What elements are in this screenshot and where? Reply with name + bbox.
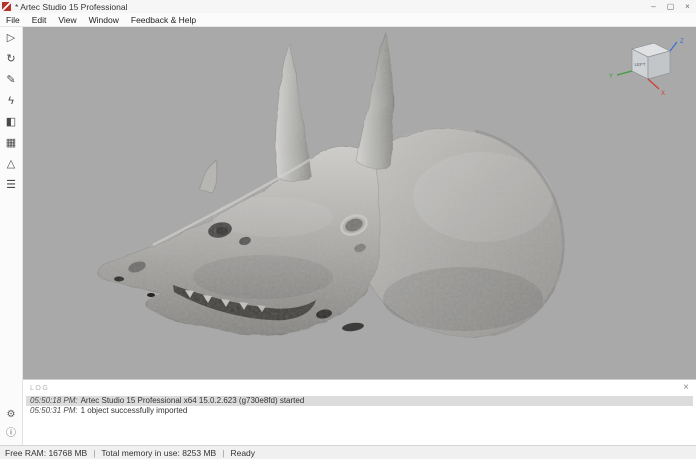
status-separator: | xyxy=(93,448,95,458)
log-entry-timestamp: 05:50:18 PM: xyxy=(30,396,78,405)
minimize-button[interactable]: – xyxy=(645,0,662,13)
log-title: LOG xyxy=(30,385,49,392)
log-entry: 05:50:18 PM:Artec Studio 15 Professional… xyxy=(26,396,693,406)
log-close-button[interactable]: × xyxy=(683,383,689,393)
close-button[interactable]: × xyxy=(679,0,696,13)
log-entry-message: 1 object successfully imported xyxy=(81,406,188,415)
axis-y-label: Y xyxy=(609,74,613,80)
tools-panel-button[interactable]: ϟ xyxy=(3,93,20,109)
lightning-icon: ϟ xyxy=(8,96,14,107)
app-logo-icon xyxy=(2,2,11,11)
status-separator: | xyxy=(222,448,224,458)
window-title: * Artec Studio 15 Professional xyxy=(15,2,127,12)
construct-tool-button[interactable]: △ xyxy=(3,156,20,172)
free-ram-status: Free RAM: 16768 MB xyxy=(5,448,87,458)
nav-cube[interactable]: LEFT Z Y X xyxy=(602,35,686,99)
triceratops-skull-mesh xyxy=(23,27,696,379)
menu-window[interactable]: Window xyxy=(83,15,125,25)
log-entry-timestamp: 05:50:31 PM: xyxy=(30,406,78,415)
log-entry: 05:50:31 PM:1 object successfully import… xyxy=(26,406,693,416)
scan-play-icon: ▷ xyxy=(7,33,15,44)
menu-file[interactable]: File xyxy=(0,15,26,25)
pencil-icon: ✎ xyxy=(6,75,15,86)
gear-icon: ⚙ xyxy=(7,410,16,420)
texture-grid-icon: ▦ xyxy=(6,138,16,149)
menu-feedback-help[interactable]: Feedback & Help xyxy=(125,15,202,25)
ready-status: Ready xyxy=(230,448,255,458)
log-entry-message: Artec Studio 15 Professional x64 15.0.2.… xyxy=(81,396,305,405)
autopilot-refresh-icon: ↻ xyxy=(6,54,15,65)
info-icon: ⓘ xyxy=(6,429,16,439)
nav-cube-face-label: LEFT xyxy=(634,62,645,67)
log-entries: 05:50:18 PM:Artec Studio 15 Professional… xyxy=(23,396,696,416)
menu-edit[interactable]: Edit xyxy=(26,15,53,25)
viewport-3d[interactable]: LEFT Z Y X xyxy=(23,27,696,379)
menu-view[interactable]: View xyxy=(52,15,82,25)
title-bar: * Artec Studio 15 Professional – ▢ × xyxy=(0,0,696,13)
status-bar: Free RAM: 16768 MB | Total memory in use… xyxy=(0,445,696,459)
scan-tool-button[interactable]: ▷ xyxy=(3,30,20,46)
editor-tool-button[interactable]: ✎ xyxy=(3,72,20,88)
settings-button[interactable]: ⚙ xyxy=(3,407,20,423)
texture-tool-button[interactable]: ▦ xyxy=(3,135,20,151)
eraser-tool-button[interactable]: ◧ xyxy=(3,114,20,130)
log-panel: LOG × 05:50:18 PM:Artec Studio 15 Profes… xyxy=(23,379,696,445)
maximize-button[interactable]: ▢ xyxy=(662,0,679,13)
cone-icon: △ xyxy=(7,159,15,170)
autopilot-tool-button[interactable]: ↻ xyxy=(3,51,20,67)
log-header: LOG × xyxy=(23,380,696,396)
commands-tool-button[interactable]: ☰ xyxy=(3,177,20,193)
memory-in-use-status: Total memory in use: 8253 MB xyxy=(101,448,216,458)
window-controls: – ▢ × xyxy=(645,0,696,13)
info-button[interactable]: ⓘ xyxy=(3,426,20,442)
axis-x-label: X xyxy=(661,91,665,97)
menu-bar: File Edit View Window Feedback & Help xyxy=(0,13,696,27)
eraser-icon: ◧ xyxy=(6,117,16,128)
axis-z-label: Z xyxy=(680,39,684,45)
left-toolbar: ▷ ↻ ✎ ϟ ◧ ▦ △ ☰ ⚙ ⓘ xyxy=(0,27,23,445)
list-icon: ☰ xyxy=(6,180,16,191)
